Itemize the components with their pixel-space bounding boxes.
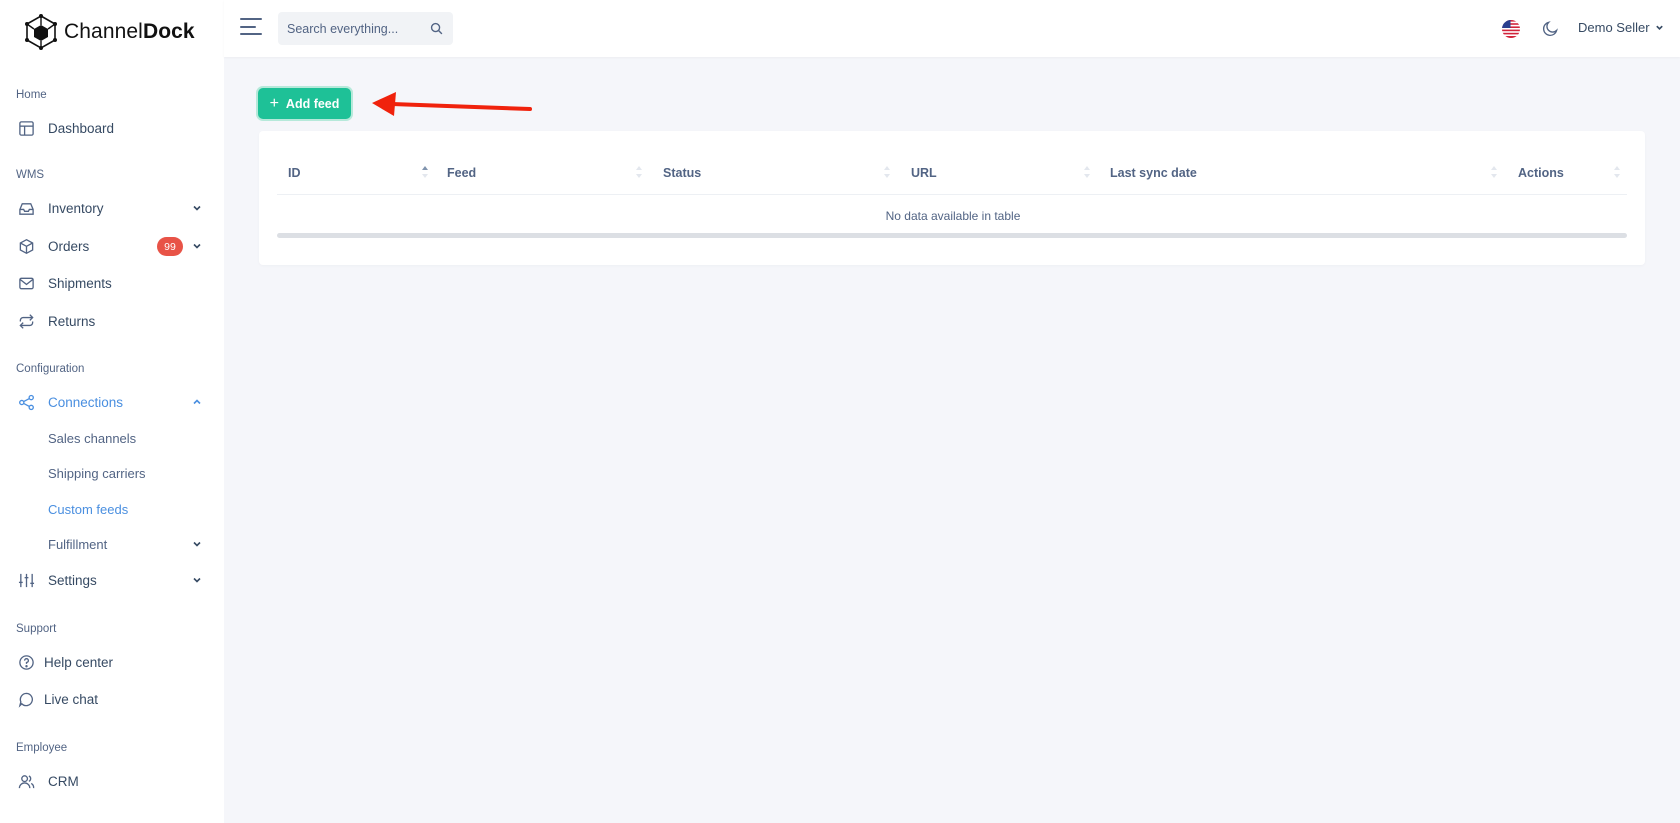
sort-icon[interactable] (635, 165, 643, 179)
sidebar-item-label: Returns (48, 313, 96, 329)
empty-table-message: No data available in table (885, 209, 1021, 223)
dashboard-icon (18, 120, 35, 137)
sidebar-item-fulfillment[interactable]: Fulfillment (0, 527, 224, 561)
sidebar-item-label: Dashboard (48, 120, 115, 136)
nav-heading-configuration: Configuration (16, 363, 85, 375)
menu-toggle-icon[interactable] (240, 18, 262, 36)
brand-logo[interactable]: ChannelDock (24, 14, 195, 50)
user-name: Demo Seller (1578, 20, 1650, 35)
column-header-id[interactable]: ID (288, 166, 301, 180)
sidebar-item-shipping-carriers[interactable]: Shipping carriers (0, 456, 224, 490)
add-feed-label: Add feed (285, 96, 340, 111)
sort-icon[interactable] (1613, 165, 1621, 179)
help-circle-icon (18, 654, 35, 671)
chevron-down-icon (192, 575, 202, 585)
chevron-down-icon (192, 539, 202, 549)
sidebar-item-label: Inventory (48, 200, 104, 216)
sort-icon[interactable] (1490, 165, 1498, 179)
sidebar-item-inventory[interactable]: Inventory (0, 191, 224, 225)
sidebar-item-label: Live chat (44, 691, 99, 707)
sidebar-item-settings[interactable]: Settings (0, 563, 224, 597)
nav-heading-home: Home (16, 89, 47, 101)
nav-heading-employee: Employee (16, 742, 68, 754)
sidebar-item-label: Help center (44, 654, 114, 670)
orders-count-badge: 99 (157, 237, 183, 256)
sidebar-item-returns[interactable]: Returns (0, 304, 224, 338)
sidebar-item-label: Settings (48, 572, 97, 588)
nav-heading-wms: WMS (16, 169, 45, 181)
chat-bubble-icon (18, 691, 35, 708)
sort-icon[interactable] (1083, 165, 1091, 179)
sidebar-item-label: Sales channels (48, 430, 137, 446)
feeds-table-card: ID Feed Status URL Last sync date Action… (259, 131, 1645, 265)
sidebar-item-custom-feeds[interactable]: Custom feeds (0, 492, 224, 526)
sidebar-item-label: Shipping carriers (48, 465, 146, 481)
sidebar-item-label: Orders (48, 238, 90, 254)
chevron-down-icon (192, 241, 202, 251)
column-header-status[interactable]: Status (663, 166, 701, 180)
sidebar-item-label: Fulfillment (48, 536, 108, 552)
sidebar-item-sales-channels[interactable]: Sales channels (0, 421, 224, 455)
add-feed-button[interactable]: + Add feed (258, 88, 351, 119)
users-icon (18, 773, 35, 790)
plus-icon: + (269, 94, 279, 112)
search-icon[interactable] (430, 22, 443, 35)
sidebar-item-live-chat[interactable]: Live chat (0, 682, 224, 716)
sidebar-item-orders[interactable]: Orders 99 (0, 229, 224, 263)
repeat-icon (18, 313, 35, 330)
column-header-actions[interactable]: Actions (1518, 166, 1564, 180)
sidebar: ChannelDock Home Dashboard WMS Inventory… (0, 0, 224, 823)
sort-icon[interactable] (883, 165, 891, 179)
annotation-arrow-icon (372, 92, 532, 116)
box-icon (18, 238, 35, 255)
moon-icon[interactable] (1542, 20, 1559, 37)
sidebar-item-label: Custom feeds (48, 501, 129, 517)
sidebar-item-connections[interactable]: Connections (0, 385, 224, 419)
sidebar-item-label: Shipments (48, 275, 112, 291)
logo-icon (25, 14, 57, 50)
nav-heading-support: Support (16, 623, 57, 635)
sliders-icon (18, 572, 35, 589)
horizontal-scrollbar[interactable] (277, 233, 1627, 238)
table-header-divider (277, 194, 1627, 195)
sort-ascending-icon[interactable] (421, 165, 429, 179)
us-flag-icon[interactable] (1502, 20, 1520, 38)
top-header: Demo Seller (224, 0, 1680, 57)
sidebar-item-crm[interactable]: CRM (0, 764, 224, 798)
column-header-last-sync-date[interactable]: Last sync date (1110, 166, 1197, 180)
column-header-url[interactable]: URL (911, 166, 937, 180)
share-icon (18, 394, 35, 411)
inbox-icon (18, 200, 35, 217)
user-menu[interactable]: Demo Seller (1578, 20, 1664, 35)
chevron-down-icon (192, 203, 202, 213)
search-box (278, 12, 453, 45)
sidebar-item-label: Connections (48, 394, 124, 410)
chevron-down-icon (1655, 25, 1663, 30)
brand-name: ChannelDock (64, 20, 195, 43)
sidebar-item-dashboard[interactable]: Dashboard (0, 111, 224, 145)
sidebar-item-shipments[interactable]: Shipments (0, 266, 224, 300)
chevron-up-icon (192, 397, 202, 407)
sidebar-item-label: CRM (48, 773, 79, 789)
sidebar-item-help-center[interactable]: Help center (0, 645, 224, 679)
column-header-feed[interactable]: Feed (447, 166, 476, 180)
mail-icon (18, 275, 35, 292)
search-input[interactable] (285, 20, 425, 37)
